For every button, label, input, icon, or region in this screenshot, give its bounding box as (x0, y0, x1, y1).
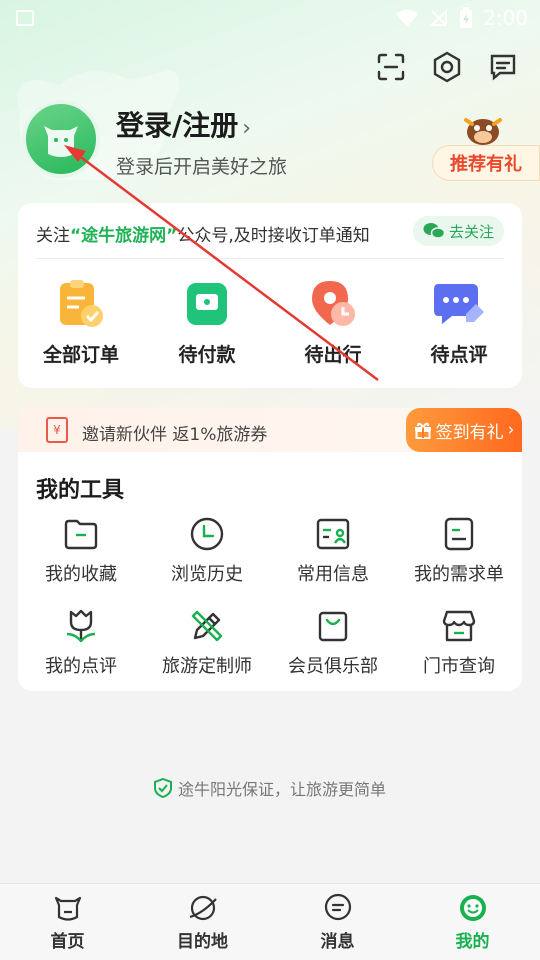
id-card-icon (316, 518, 350, 550)
wallet-icon (187, 283, 227, 325)
tool-favorites[interactable]: 我的收藏 (18, 516, 144, 586)
message-center-icon[interactable] (486, 50, 520, 84)
login-register-link[interactable]: 登录/注册 › (116, 104, 251, 144)
sign-in-reward-button[interactable]: 签到有礼 › (406, 408, 522, 452)
order-pending-travel-label: 待出行 (304, 344, 362, 366)
tool-my-reviews[interactable]: 我的点评 (18, 608, 144, 678)
tool-my-reviews-label: 我的点评 (45, 656, 117, 677)
tool-store-search-label: 门市查询 (423, 656, 495, 677)
avatar[interactable] (22, 100, 100, 178)
tools-title: 我的工具 (36, 478, 125, 503)
gallery-icon (16, 10, 34, 26)
clock-time: 2:00 (483, 6, 528, 30)
cow-mascot-icon (464, 118, 502, 145)
order-all[interactable]: 全部订单 (26, 278, 136, 367)
tool-favorites-label: 我的收藏 (45, 564, 117, 585)
cow-avatar-icon (44, 126, 78, 157)
red-envelope-icon: ¥ (46, 417, 68, 443)
follow-label: 去关注 (448, 222, 494, 241)
nav-mine-label: 我的 (455, 931, 490, 952)
scan-icon[interactable] (374, 50, 408, 84)
clipboard-check-icon (60, 280, 103, 327)
chevron-right-icon: › (242, 116, 252, 141)
wifi-icon (396, 9, 419, 27)
tool-requirements[interactable]: 我的需求单 (396, 516, 522, 586)
order-pending-payment-label: 待付款 (178, 344, 236, 366)
pencil-ruler-icon (191, 610, 223, 642)
no-signal-icon (429, 8, 448, 26)
home-cow-icon (54, 896, 81, 921)
orders-card: 关注“途牛旅游网”公众号,及时接收订单通知 去关注 全部订单 待付款 待出行 待… (18, 203, 522, 388)
order-all-label: 全部订单 (42, 344, 119, 366)
nav-home-label: 首页 (50, 931, 85, 952)
chevron-right-icon: › (507, 420, 515, 440)
order-pending-payment[interactable]: 待付款 (152, 278, 262, 367)
notice-prefix: 关注 (36, 226, 70, 246)
clock-location-icon (312, 281, 355, 326)
tool-travel-planner-label: 旅游定制师 (162, 656, 252, 677)
folder-icon (64, 519, 98, 550)
nav-messages[interactable]: 消息 (270, 884, 405, 960)
tool-common-info[interactable]: 常用信息 (270, 516, 396, 586)
nav-destination-label: 目的地 (177, 931, 228, 952)
battery-icon (460, 7, 473, 28)
document-icon (444, 517, 474, 551)
tool-history[interactable]: 浏览历史 (144, 516, 270, 586)
gift-icon (414, 422, 431, 439)
nav-mine[interactable]: 我的 (405, 884, 540, 960)
nav-home[interactable]: 首页 (0, 884, 135, 960)
clock-icon (190, 517, 224, 551)
tool-store-search[interactable]: 门市查询 (396, 608, 522, 678)
status-bar: 2:00 (0, 0, 540, 40)
order-pending-travel[interactable]: 待出行 (278, 278, 388, 367)
tool-common-info-label: 常用信息 (297, 564, 369, 585)
guarantee-text: 途牛阳光保证，让旅游更简单 (177, 780, 386, 799)
order-pending-review-label: 待点评 (430, 344, 488, 366)
bottom-navigation: 首页 目的地 消息 我的 (0, 883, 540, 960)
follow-button[interactable]: 去关注 (412, 216, 504, 246)
message-icon (324, 893, 351, 920)
wechat-icon (423, 223, 445, 239)
shield-check-icon (153, 778, 172, 798)
tulip-icon (66, 609, 96, 643)
guarantee-footer: 途牛阳光保证，让旅游更简单 (0, 776, 540, 800)
nav-messages-label: 消息 (320, 931, 355, 952)
store-icon (442, 610, 476, 642)
follow-notice: 关注“途牛旅游网”公众号,及时接收订单通知 (36, 221, 370, 246)
notice-highlight: “途牛旅游网” (70, 226, 178, 246)
planet-icon (189, 895, 217, 920)
settings-icon[interactable] (430, 50, 464, 84)
login-title-text: 登录/注册 (116, 109, 239, 142)
invite-text: 邀请新伙伴 返1%旅游券 (82, 425, 268, 445)
nav-destination[interactable]: 目的地 (135, 884, 270, 960)
smiley-icon (459, 894, 486, 921)
tool-history-label: 浏览历史 (171, 564, 243, 585)
tool-travel-planner[interactable]: 旅游定制师 (144, 608, 270, 678)
tool-requirements-label: 我的需求单 (414, 564, 504, 585)
order-pending-review[interactable]: 待点评 (404, 278, 514, 367)
sign-in-label: 签到有礼 (435, 422, 504, 443)
tools-card: ¥ 邀请新伙伴 返1%旅游券 签到有礼 › 我的工具 我的收藏 浏览历史 常用信… (18, 408, 522, 691)
login-subtitle: 登录后开启美好之旅 (116, 156, 288, 178)
chat-edit-icon (434, 284, 484, 324)
tool-member-club[interactable]: 会员俱乐部 (270, 608, 396, 678)
divider (36, 258, 504, 259)
tool-member-club-label: 会员俱乐部 (288, 656, 378, 677)
shopping-bag-icon (318, 611, 348, 642)
recommend-reward-button[interactable]: 推荐有礼 (432, 145, 540, 181)
notice-suffix: 公众号,及时接收订单通知 (177, 226, 370, 246)
